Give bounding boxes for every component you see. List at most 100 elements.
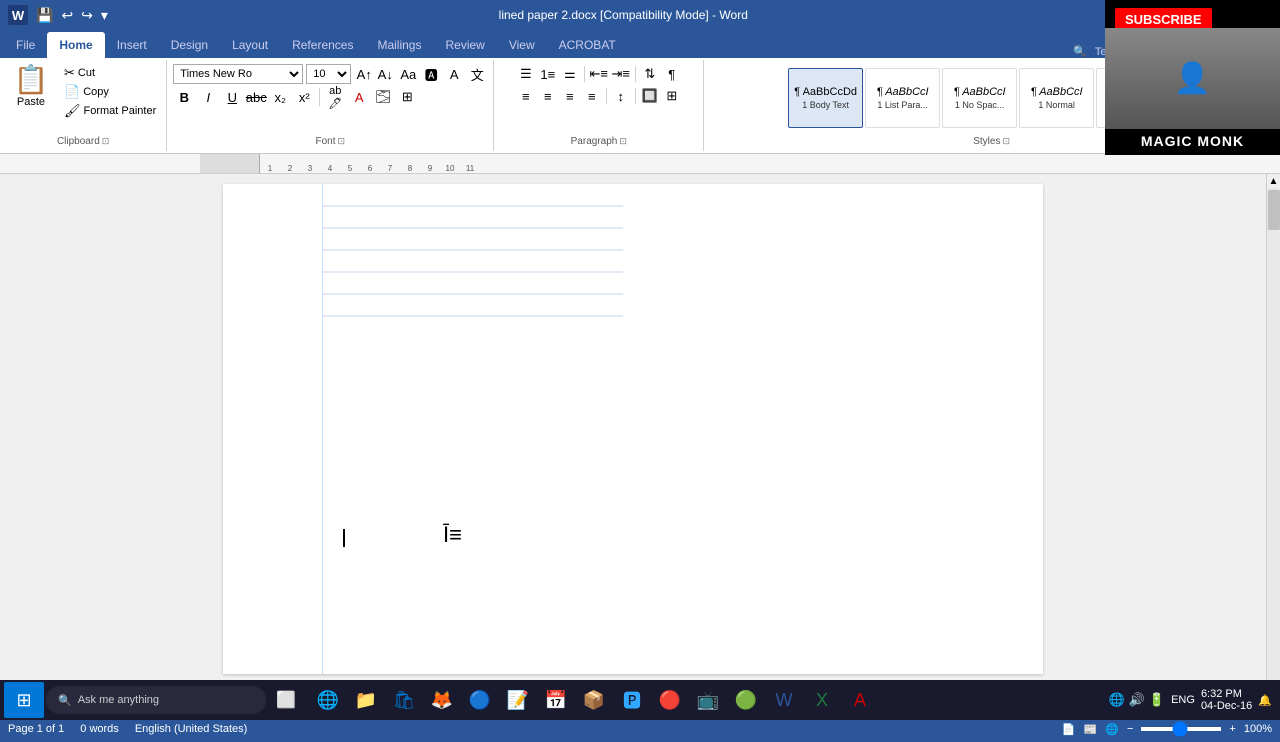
tab-view[interactable]: View	[497, 32, 547, 58]
font-group-label: Font ⊡	[311, 134, 349, 149]
copy-button[interactable]: 📄 Copy	[60, 83, 160, 101]
taskbar-firefox-icon[interactable]: 🦊	[424, 682, 460, 718]
style-list-para[interactable]: ¶ AaBbCcI 1 List Para...	[865, 68, 940, 128]
network-icon[interactable]: 🌐	[1109, 692, 1125, 708]
scroll-track[interactable]	[1267, 188, 1280, 702]
vertical-scrollbar[interactable]: ▲ ▼	[1266, 174, 1280, 716]
text-highlight-button[interactable]: ab🖊	[324, 86, 346, 108]
view-web-icon[interactable]: 🌐	[1105, 723, 1119, 736]
bold-button[interactable]: B	[173, 86, 195, 108]
style-body-text[interactable]: ¶ AaBbCcDd 1 Body Text	[788, 68, 863, 128]
align-right-button[interactable]: ≡	[560, 86, 580, 106]
shading-button[interactable]: 🌫	[372, 86, 394, 108]
document-area[interactable]: Ī≡	[0, 174, 1266, 716]
strikethrough-button[interactable]: abc	[245, 86, 267, 108]
font-name-select[interactable]: Times New Ro	[173, 64, 303, 84]
tab-design[interactable]: Design	[159, 32, 220, 58]
format-painter-label: Format Painter	[84, 105, 157, 117]
bullets-button[interactable]: ☰	[516, 64, 536, 84]
align-left-button[interactable]: ≡	[516, 86, 536, 106]
taskbar-calendar-icon[interactable]: 📅	[538, 682, 574, 718]
task-view-button[interactable]: ⬜	[268, 682, 304, 718]
tab-mailings[interactable]: Mailings	[365, 32, 433, 58]
save-button[interactable]: 💾	[34, 5, 55, 26]
scroll-up-button[interactable]: ▲	[1267, 174, 1280, 188]
borders-para-button[interactable]: ⊞	[662, 86, 682, 106]
paste-button[interactable]: 📋 Paste	[6, 64, 56, 110]
taskbar-sticky-icon[interactable]: 📝	[500, 682, 536, 718]
taskbar-app9-icon[interactable]: 🔴	[652, 682, 688, 718]
notification-icon[interactable]: 🔔	[1258, 694, 1272, 707]
zoom-slider[interactable]	[1141, 727, 1221, 731]
superscript-button[interactable]: x²	[293, 86, 315, 108]
volume-icon[interactable]: 🔊	[1129, 692, 1145, 708]
tab-references[interactable]: References	[280, 32, 365, 58]
taskbar-folder-icon[interactable]: 📁	[348, 682, 384, 718]
tab-home[interactable]: Home	[47, 32, 104, 58]
taskbar-photoshop-icon[interactable]: 🅿	[614, 682, 650, 718]
tab-layout[interactable]: Layout	[220, 32, 280, 58]
decrease-font-size-button[interactable]: A↓	[375, 64, 395, 84]
taskbar-chrome-icon[interactable]: 🔵	[462, 682, 498, 718]
phonetic-guide-button[interactable]: 文	[467, 64, 487, 84]
copy-label: Copy	[83, 86, 109, 98]
italic-button[interactable]: I	[197, 86, 219, 108]
font-expand-icon[interactable]: ⊡	[338, 136, 346, 147]
change-case-button[interactable]: Aa	[398, 64, 418, 84]
cut-button[interactable]: ✂ Cut	[60, 64, 160, 82]
tab-insert[interactable]: Insert	[105, 32, 159, 58]
taskbar-word-taskbar-icon[interactable]: W	[766, 682, 802, 718]
taskbar-app11-icon[interactable]: 🟢	[728, 682, 764, 718]
taskbar: ⊞ 🔍 Ask me anything ⬜ 🌐 📁 🛍 🦊 🔵 📝 📅 📦 🅿 …	[0, 680, 1280, 720]
decrease-indent-button[interactable]: ⇤≡	[589, 64, 609, 84]
borders-button[interactable]: ⊞	[396, 86, 418, 108]
style-no-spacing[interactable]: ¶ AaBbCcI 1 No Spac...	[942, 68, 1017, 128]
tab-acrobat[interactable]: ACROBAT	[547, 32, 628, 58]
style-normal[interactable]: ¶ AaBbCcI 1 Normal	[1019, 68, 1094, 128]
numbering-button[interactable]: 1≡	[538, 64, 558, 84]
taskbar-edge-icon[interactable]: 🌐	[310, 682, 346, 718]
font-color-button[interactable]: A	[348, 86, 370, 108]
ruler-marks: 1 2 3 4 5 6 7 8 9 10 11	[200, 154, 480, 173]
taskbar-acrobat-icon[interactable]: A	[842, 682, 878, 718]
taskbar-tv-icon[interactable]: 📺	[690, 682, 726, 718]
start-button[interactable]: ⊞	[4, 682, 44, 718]
shading-para-button[interactable]: 🔲	[640, 86, 660, 106]
taskbar-excel-icon[interactable]: X	[804, 682, 840, 718]
line-spacing-button[interactable]: ↕	[611, 86, 631, 106]
page-content[interactable]: Ī≡	[323, 184, 1043, 674]
tab-review[interactable]: Review	[433, 32, 496, 58]
redo-button[interactable]: ↪	[79, 5, 95, 26]
taskbar-search[interactable]: 🔍 Ask me anything	[46, 686, 266, 714]
view-normal-icon[interactable]: 📄	[1062, 723, 1076, 736]
word-icon: W	[8, 5, 28, 25]
justify-button[interactable]: ≡	[582, 86, 602, 106]
battery-icon[interactable]: 🔋	[1149, 692, 1165, 708]
styles-expand-icon[interactable]: ⊡	[1002, 136, 1010, 147]
system-tray-icons: 🌐 🔊 🔋	[1109, 692, 1166, 708]
multilevel-list-button[interactable]: ⚌	[560, 64, 580, 84]
date-display: 04-Dec-16	[1201, 700, 1252, 712]
align-center-button[interactable]: ≡	[538, 86, 558, 106]
font-size-select[interactable]: 10	[306, 64, 351, 84]
view-print-icon[interactable]: 📰	[1084, 723, 1098, 736]
clear-formatting-button[interactable]: 🅰	[421, 64, 441, 84]
taskbar-store-icon[interactable]: 🛍	[386, 682, 422, 718]
undo-button[interactable]: ↩	[59, 5, 75, 26]
format-painter-button[interactable]: 🖌 Format Painter	[60, 102, 160, 120]
taskbar-app7-icon[interactable]: 📦	[576, 682, 612, 718]
document-page[interactable]: Ī≡	[223, 184, 1043, 674]
show-formatting-button[interactable]: ¶	[662, 64, 682, 84]
paragraph-expand-icon[interactable]: ⊡	[619, 136, 627, 147]
customize-quick-access-button[interactable]: ▾	[99, 5, 110, 26]
subscript-button[interactable]: x₂	[269, 86, 291, 108]
underline-button[interactable]: U	[221, 86, 243, 108]
increase-font-size-button[interactable]: A↑	[354, 64, 374, 84]
text-effects-button[interactable]: A	[444, 64, 464, 84]
tab-file[interactable]: File	[4, 32, 47, 58]
increase-indent-button[interactable]: ⇥≡	[611, 64, 631, 84]
clipboard-expand-icon[interactable]: ⊡	[102, 136, 110, 147]
window-title: lined paper 2.docx [Compatibility Mode] …	[110, 8, 1137, 22]
sort-button[interactable]: ⇅	[640, 64, 660, 84]
scroll-thumb[interactable]	[1268, 190, 1280, 230]
